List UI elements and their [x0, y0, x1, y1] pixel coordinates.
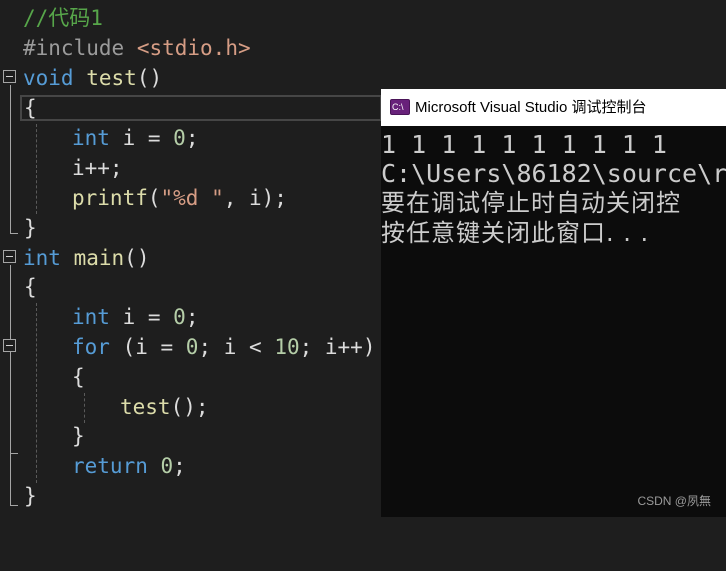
watermark: CSDN @夙無 [637, 494, 711, 508]
open-brace: { [72, 365, 85, 389]
keyword-for: for [72, 335, 110, 359]
code-line: test(); [0, 392, 209, 422]
number-literal: 0 [173, 126, 186, 150]
number-literal: 10 [274, 335, 300, 359]
parens: () [136, 66, 163, 90]
function-name-test: test [86, 66, 137, 90]
code-line: for (i = 0; i < 10; i++) [0, 332, 375, 362]
function-call-test: test [120, 395, 171, 419]
call-args: (); [170, 395, 209, 419]
code-line: int i = 0; [0, 302, 198, 332]
function-name-main: main [73, 246, 125, 270]
debug-console-window[interactable]: C:\ Microsoft Visual Studio 调试控制台 1 1 1 … [381, 89, 726, 517]
keyword-return: return [72, 454, 148, 478]
function-name-printf: printf [72, 186, 148, 210]
close-brace: } [24, 484, 37, 508]
close-brace: } [72, 424, 85, 448]
decl-text: i = [122, 305, 174, 329]
parens: () [124, 246, 150, 270]
code-line: { [0, 272, 51, 302]
number-literal: 0 [160, 454, 174, 478]
console-output-line: 1 1 1 1 1 1 1 1 1 1 [381, 130, 667, 159]
console-app-icon: C:\ [390, 99, 410, 115]
console-title: Microsoft Visual Studio 调试控制台 [415, 99, 647, 116]
semicolon: ; [185, 126, 199, 150]
printf-open-paren: ( [147, 186, 161, 210]
increment-statement: i++; [72, 156, 123, 180]
open-brace: { [24, 275, 37, 299]
current-line-highlight [20, 95, 382, 121]
console-titlebar[interactable]: C:\ Microsoft Visual Studio 调试控制台 [381, 89, 726, 126]
code-line: int main() [0, 243, 149, 273]
code-line: } [0, 213, 51, 243]
code-line: void test() [0, 63, 162, 93]
include-directive: #include [23, 36, 125, 60]
printf-args: , i); [223, 186, 287, 210]
number-literal: 0 [173, 305, 186, 329]
collapse-toggle-icon[interactable] [3, 339, 16, 352]
console-output-line: C:\Users\86182\source\r [381, 159, 726, 188]
code-line: i++; [0, 153, 123, 183]
keyword-void: void [23, 66, 74, 90]
keyword-int: int [23, 246, 61, 270]
code-line: } [0, 481, 51, 511]
code-line: { [0, 362, 85, 392]
comment: //代码1 [23, 6, 103, 30]
format-string: "%d " [160, 186, 224, 210]
console-output-line: 按任意键关闭此窗口. . . [381, 219, 650, 247]
console-output-line: 要在调试停止时自动关闭控 [381, 189, 681, 217]
code-line: { [0, 93, 51, 123]
for-head: (i = [109, 335, 186, 359]
include-file: <stdio.h> [136, 36, 251, 60]
number-literal: 0 [185, 335, 199, 359]
collapse-toggle-icon[interactable] [3, 250, 16, 263]
keyword-int: int [72, 126, 110, 150]
open-brace: { [24, 96, 37, 120]
semicolon: ; [185, 305, 199, 329]
for-condition: ; i < [198, 335, 275, 359]
code-line: printf("%d ", i); [0, 183, 287, 213]
semicolon: ; [173, 454, 186, 478]
keyword-int: int [72, 305, 110, 329]
code-line: //代码1 [0, 3, 103, 33]
decl-text: i = [122, 126, 174, 150]
for-increment: ; i++) [299, 335, 376, 359]
code-line: int i = 0; [0, 123, 198, 153]
indent-guide [84, 393, 85, 423]
collapse-toggle-icon[interactable] [3, 70, 16, 83]
code-line: #include <stdio.h> [0, 33, 251, 63]
code-line: } [0, 421, 85, 451]
code-line: return 0; [0, 451, 186, 481]
close-brace: } [24, 216, 37, 240]
